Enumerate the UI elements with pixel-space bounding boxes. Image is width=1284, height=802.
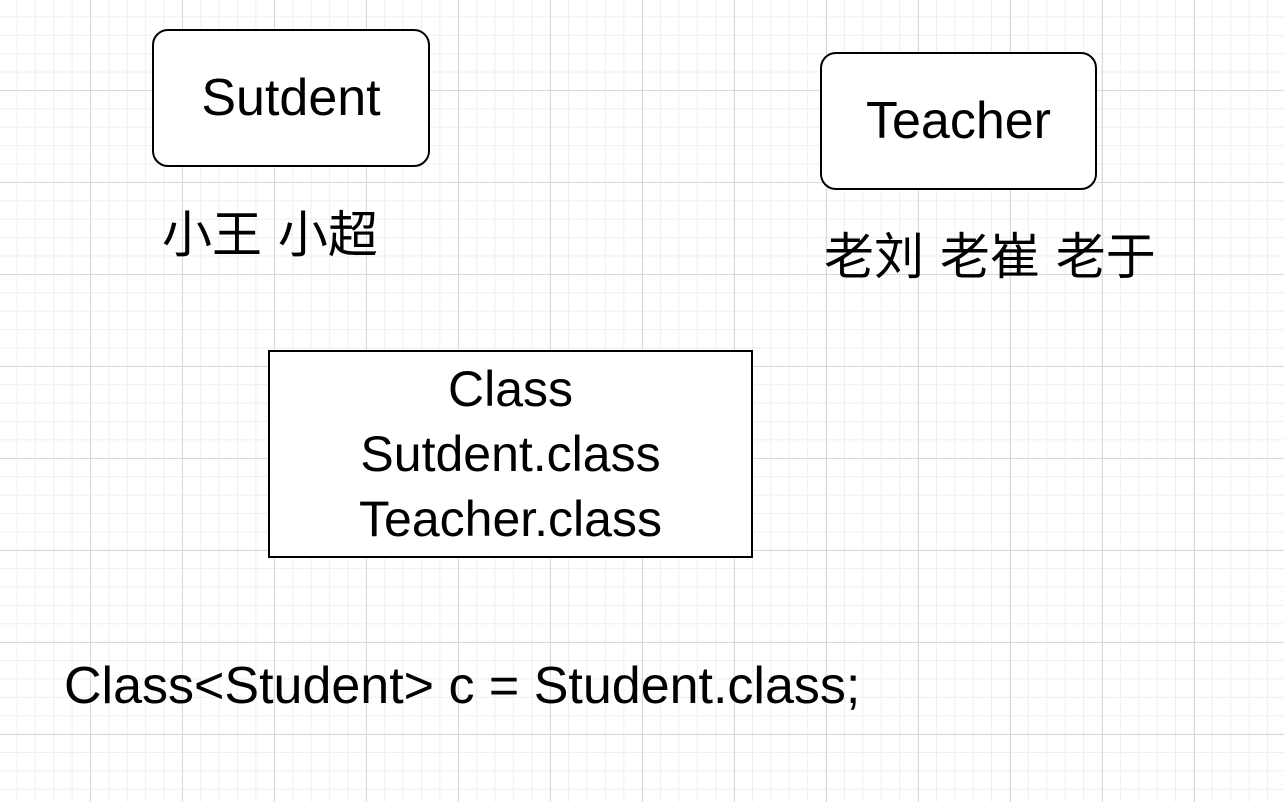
class-box-line-title: Class: [447, 360, 574, 417]
class-box-line-teacher: Teacher.class: [359, 490, 662, 547]
class-box-line-student: Sutdent.class: [360, 425, 661, 482]
class-box: Class Sutdent.class Teacher.class: [268, 350, 753, 558]
student-instances-text: 小王 小超: [162, 206, 378, 264]
student-box: Sutdent: [152, 29, 430, 167]
teacher-box: Teacher: [820, 52, 1097, 190]
code-line-text: Class<Student> c = Student.class;: [64, 657, 861, 715]
teacher-instances-text: 老刘 老崔 老于: [824, 228, 1156, 286]
student-box-label: Sutdent: [201, 69, 381, 127]
diagram-canvas: Sutdent 小王 小超 Teacher 老刘 老崔 老于 Class Sut…: [0, 0, 1284, 802]
teacher-box-label: Teacher: [866, 92, 1051, 150]
